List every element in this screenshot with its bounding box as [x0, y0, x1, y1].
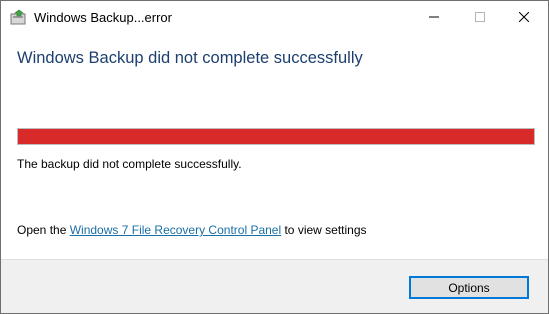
backup-error-dialog: Windows Backup...error Windows Backup di…	[0, 0, 549, 314]
minimize-button[interactable]	[411, 1, 457, 34]
minimize-icon	[429, 9, 439, 27]
open-prefix-text: Open the	[17, 223, 70, 237]
maximize-button[interactable]	[457, 1, 503, 34]
window-title: Windows Backup...error	[34, 10, 172, 25]
maximize-icon	[475, 9, 485, 27]
options-button[interactable]: Options	[409, 276, 529, 299]
close-icon	[518, 9, 530, 27]
progress-fill	[18, 129, 534, 144]
open-suffix-text: to view settings	[281, 223, 367, 237]
dialog-footer: Options	[1, 259, 548, 313]
status-message: The backup did not complete successfully…	[17, 157, 242, 171]
title-bar[interactable]: Windows Backup...error	[1, 1, 548, 34]
windows-backup-icon	[10, 9, 28, 25]
backup-progress-bar	[17, 128, 535, 145]
open-control-panel-line: Open the Windows 7 File Recovery Control…	[17, 223, 367, 237]
close-button[interactable]	[501, 1, 547, 34]
file-recovery-control-panel-link[interactable]: Windows 7 File Recovery Control Panel	[70, 223, 281, 237]
dialog-heading: Windows Backup did not complete successf…	[17, 49, 363, 67]
